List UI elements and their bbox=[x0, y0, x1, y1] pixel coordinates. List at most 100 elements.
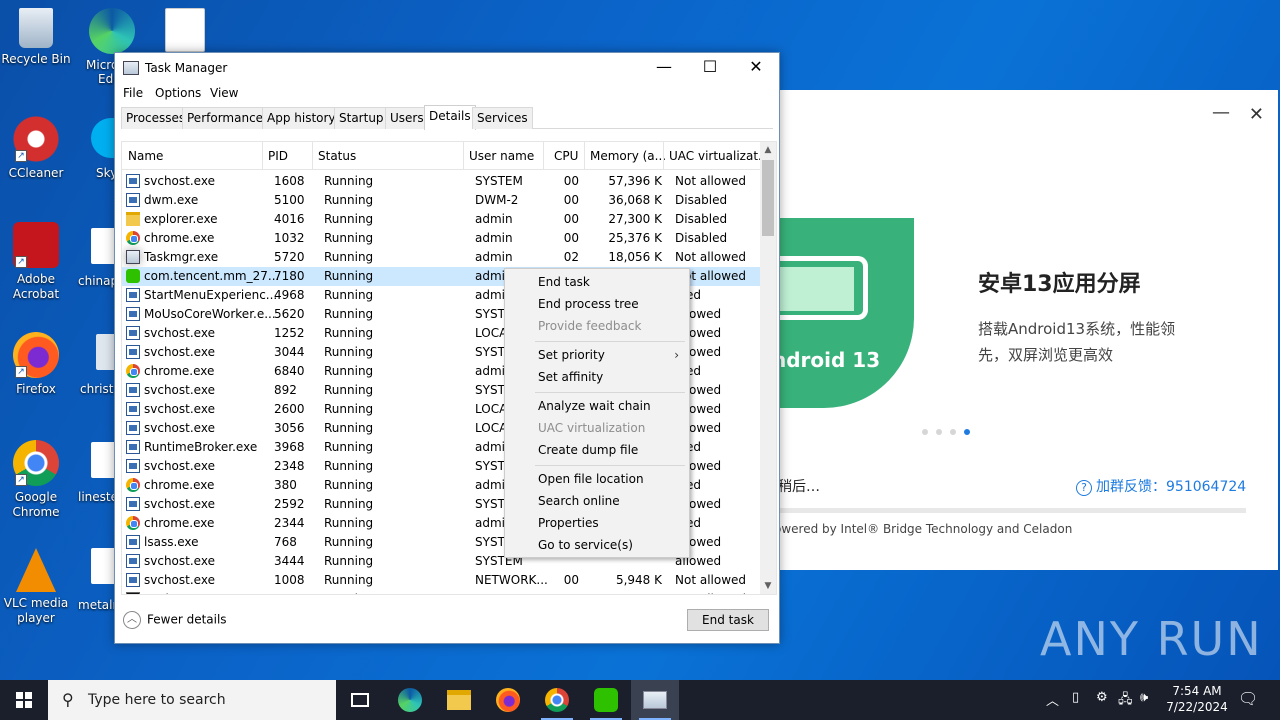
desktop-icon-firefox[interactable]: ↗ Firefox bbox=[0, 332, 72, 397]
tab-performance[interactable]: Performance bbox=[182, 107, 269, 129]
desktop-icon-recycle-bin[interactable]: Recycle Bin bbox=[0, 8, 72, 67]
menu-item-set-priority[interactable]: Set priority bbox=[538, 348, 605, 362]
cell-pid: 3968 bbox=[274, 440, 305, 454]
carousel-dot[interactable] bbox=[950, 429, 956, 435]
fewer-details-button[interactable]: ︿ Fewer details bbox=[123, 611, 227, 629]
column-header-status[interactable]: Status bbox=[318, 149, 356, 163]
table-row[interactable]: dwm.exe 5100 Running DWM-2 00 36,068 K Disable… bbox=[122, 191, 762, 210]
tab-app-history[interactable]: App history bbox=[262, 107, 341, 129]
cell-mem: 5,876 K bbox=[592, 592, 662, 594]
desktop-icon-google-chrome[interactable]: ↗ Google Chrome bbox=[0, 440, 72, 520]
menu-item-end-process-tree[interactable]: End process tree bbox=[538, 297, 639, 311]
volume-icon[interactable]: 🕪 bbox=[1140, 690, 1148, 705]
acrobat-icon: ↗ bbox=[13, 222, 59, 268]
menu-item-create-dump-file[interactable]: Create dump file bbox=[538, 443, 638, 457]
menu-bar: File Options View bbox=[115, 83, 779, 105]
menu-item-properties[interactable]: Properties bbox=[538, 516, 599, 530]
taskbar-firefox[interactable] bbox=[484, 680, 532, 720]
taskbar-file-explorer[interactable] bbox=[435, 680, 483, 720]
table-row[interactable]: Taskmgr.exe 5720 Running admin 02 18,056 K Not… bbox=[122, 248, 762, 267]
column-header-cpu[interactable]: CPU bbox=[554, 149, 578, 163]
column-header-pid[interactable]: PID bbox=[268, 149, 288, 163]
taskbar-task-manager[interactable] bbox=[631, 680, 679, 720]
svc-process-icon bbox=[126, 535, 140, 549]
table-row[interactable]: svchost.exe 1608 Running SYSTEM 00 57,396 K No… bbox=[122, 172, 762, 191]
desktop-label-chinap: chinap bbox=[78, 274, 119, 288]
close-button[interactable]: ✕ bbox=[733, 53, 779, 83]
scroll-up-icon[interactable]: ▲ bbox=[760, 142, 776, 158]
tab-users[interactable]: Users bbox=[385, 107, 429, 129]
menu-item-search-online[interactable]: Search online bbox=[538, 494, 620, 508]
desktop-icon-edge[interactable] bbox=[82, 8, 142, 58]
taskbar-wechat[interactable] bbox=[582, 680, 630, 720]
svc-process-icon bbox=[126, 402, 140, 416]
menu-item-end-task[interactable]: End task bbox=[538, 275, 590, 289]
desktop-icon-image-christi[interactable] bbox=[94, 334, 116, 374]
menu-item-go-to-services[interactable]: Go to service(s) bbox=[538, 538, 633, 552]
scrollbar-thumb[interactable] bbox=[762, 160, 774, 236]
desktop-icon-vlc[interactable]: VLC media player bbox=[0, 548, 72, 626]
cell-name: explorer.exe bbox=[144, 212, 218, 226]
desktop-icon-label: Recycle Bin bbox=[1, 52, 71, 66]
menu-options[interactable]: Options bbox=[155, 86, 201, 100]
table-row[interactable]: conhost.exe 8160 Running SYSTEM 00 5,876 K Not… bbox=[122, 590, 762, 594]
cell-user: admin bbox=[475, 250, 513, 264]
carousel-dot[interactable] bbox=[936, 429, 942, 435]
cell-status: Running bbox=[324, 440, 374, 454]
desktop-icon-ccleaner[interactable]: ↗ CCleaner bbox=[0, 116, 72, 181]
maximize-button[interactable]: ☐ bbox=[687, 53, 733, 83]
task-view-button[interactable] bbox=[336, 680, 384, 720]
cell-name: chrome.exe bbox=[144, 478, 215, 492]
svc-process-icon bbox=[126, 421, 140, 435]
column-header-user-name[interactable]: User name bbox=[469, 149, 534, 163]
menu-item-set-affinity[interactable]: Set affinity bbox=[538, 370, 603, 384]
desktop-icon-adobe-acrobat[interactable]: ↗ Adobe Acrobat bbox=[0, 222, 72, 302]
chevron-up-icon[interactable]: ︿ bbox=[1046, 690, 1059, 709]
cell-status: Running bbox=[324, 554, 374, 568]
carousel-dot[interactable] bbox=[922, 429, 928, 435]
tab-details[interactable]: Details bbox=[424, 105, 476, 130]
table-row[interactable]: chrome.exe 1032 Running admin 00 25,376 K Disa… bbox=[122, 229, 762, 248]
cell-mem: 27,300 K bbox=[608, 212, 662, 226]
end-task-button[interactable]: End task bbox=[687, 609, 769, 631]
carousel-dots[interactable] bbox=[922, 424, 978, 438]
taskbar-search-box[interactable]: ⚲ Type here to search bbox=[48, 680, 336, 720]
footer: ︿ Fewer details End task bbox=[115, 605, 779, 641]
cell-name: RuntimeBroker.exe bbox=[144, 440, 258, 454]
tab-processes[interactable]: Processes bbox=[121, 107, 191, 129]
menu-item-analyze-wait-chain[interactable]: Analyze wait chain bbox=[538, 399, 651, 413]
device-icon[interactable]: ⚙ bbox=[1096, 690, 1108, 705]
taskbar-edge[interactable] bbox=[386, 680, 434, 720]
feedback-link[interactable]: ? 加群反馈：951064724 bbox=[1076, 476, 1246, 496]
taskbar-chrome[interactable] bbox=[533, 680, 581, 720]
column-header-uac[interactable]: UAC virtualizat... bbox=[669, 149, 769, 163]
column-header-name[interactable]: Name bbox=[128, 149, 163, 163]
minimize-button[interactable]: — bbox=[1212, 102, 1230, 123]
minimize-button[interactable]: — bbox=[641, 53, 687, 83]
table-row[interactable]: svchost.exe 1008 Running NETWORK... 00 5,948 … bbox=[122, 571, 762, 590]
close-button[interactable]: ✕ bbox=[1249, 104, 1264, 125]
vertical-scrollbar[interactable]: ▲ ▼ bbox=[760, 142, 776, 594]
start-button[interactable] bbox=[0, 680, 48, 720]
title-bar[interactable]: Task Manager — ☐ ✕ bbox=[115, 53, 779, 83]
vlc-icon bbox=[16, 548, 56, 592]
network-icon[interactable]: 🖧 bbox=[1118, 690, 1133, 712]
cell-pid: 7180 bbox=[274, 269, 305, 283]
cell-uac: Not allowed bbox=[675, 250, 747, 264]
tablet-icon[interactable]: ▯ bbox=[1072, 690, 1079, 705]
notification-icon[interactable]: 🗨 bbox=[1238, 689, 1258, 708]
table-row[interactable]: explorer.exe 4016 Running admin 00 27,300 K Di… bbox=[122, 210, 762, 229]
scroll-down-icon[interactable]: ▼ bbox=[760, 578, 776, 594]
menu-item-open-file-location[interactable]: Open file location bbox=[538, 472, 644, 486]
menu-file[interactable]: File bbox=[123, 86, 143, 100]
menu-view[interactable]: View bbox=[210, 86, 238, 100]
tab-startup[interactable]: Startup bbox=[334, 107, 389, 129]
desktop-icon-word-doc[interactable] bbox=[160, 8, 210, 56]
chrome-process-icon bbox=[126, 231, 140, 245]
tab-services[interactable]: Services bbox=[472, 107, 533, 129]
svc-process-icon bbox=[126, 383, 140, 397]
system-clock[interactable]: 7:54 AM 7/22/2024 bbox=[1160, 683, 1234, 715]
column-header-memory[interactable]: Memory (a... bbox=[590, 149, 666, 163]
promo-description: 搭载Android13系统，性能领先，双屏浏览更高效 bbox=[978, 320, 1176, 364]
carousel-dot-active[interactable] bbox=[964, 429, 970, 435]
